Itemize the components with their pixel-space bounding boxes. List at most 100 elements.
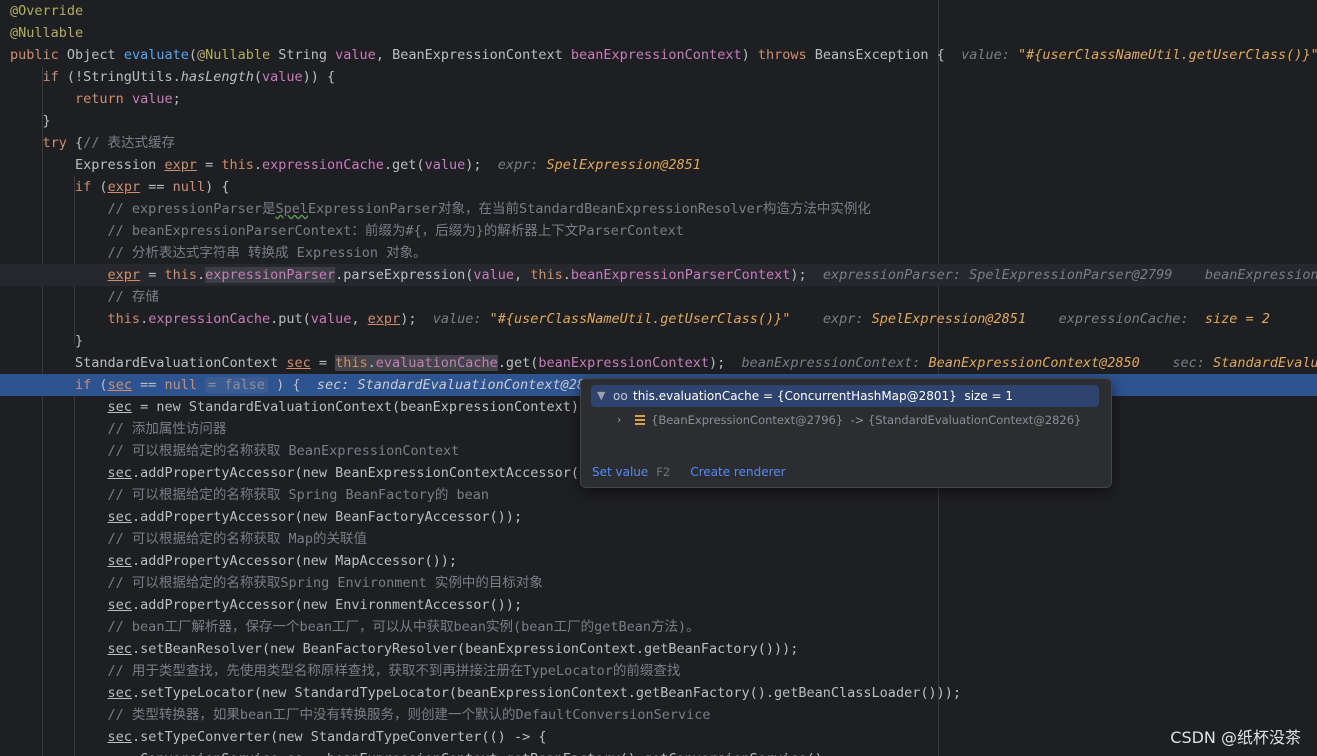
popup-title: this.evaluationCache = {ConcurrentHashMa…	[633, 389, 1014, 403]
code-line[interactable]: // 分析表达式字符串 转换成 Expression 对象。	[0, 242, 1317, 264]
code-token: evaluate	[123, 47, 189, 63]
popup-map-entry-row[interactable]: › {BeanExpressionContext@2796} -> {Stand…	[591, 410, 1099, 430]
code-token: parseExpression(	[343, 267, 474, 283]
code-line[interactable]: sec.addPropertyAccessor(new MapAccessor(…	[0, 550, 1317, 572]
code-token: // 表达式缓存	[83, 135, 176, 151]
code-line[interactable]: sec.setTypeLocator(new StandardTypeLocat…	[0, 682, 1317, 704]
inline-debug-value: StandardEvaluat	[1212, 355, 1317, 371]
code-token: throws	[757, 47, 815, 63]
code-token: expressionCache	[148, 311, 271, 327]
code-token: expr	[164, 157, 197, 173]
code-token: = new StandardEvaluationContext(beanExpr…	[131, 399, 588, 415]
code-token: sec	[107, 553, 132, 569]
code-token: .	[253, 157, 262, 173]
code-line[interactable]: // expressionParser是SpelExpressionParser…	[0, 198, 1317, 220]
set-value-link[interactable]: Set value	[592, 465, 648, 479]
code-token: (	[253, 69, 262, 85]
code-token: =	[140, 267, 165, 283]
popup-header-row[interactable]: ▼ oo this.evaluationCache = {ConcurrentH…	[591, 385, 1099, 407]
code-token: sec	[286, 355, 311, 371]
code-token: sec	[107, 685, 132, 701]
code-token: BeansException {	[814, 47, 962, 63]
code-token: beanExpressionContext	[570, 47, 742, 63]
chevron-down-icon[interactable]: ▼	[597, 385, 605, 407]
create-renderer-link[interactable]: Create renderer	[690, 465, 785, 479]
code-token: if	[42, 69, 67, 85]
code-line[interactable]: // 可以根据给定的名称获取Spring Environment 实例中的目标对…	[0, 572, 1317, 594]
code-token: beanExpressionContext	[538, 355, 710, 371]
code-line[interactable]: // 用于类型查找，先使用类型名称原样查找，获取不到再拼接注册在TypeLoca…	[0, 660, 1317, 682]
code-line[interactable]: sec.setTypeConverter(new StandardTypeCon…	[0, 726, 1317, 748]
code-line[interactable]: this.expressionCache.put(value, expr); v…	[0, 308, 1317, 330]
code-token: // 添加属性访问器	[107, 421, 227, 437]
code-token: this	[530, 267, 563, 283]
code-token: .get(	[497, 355, 539, 371]
code-token: sec	[107, 509, 132, 525]
code-line[interactable]: if (!StringUtils.hasLength(value)) {	[0, 66, 1317, 88]
code-token: // 可以根据给定的名称获取 Map的关联值	[107, 531, 367, 547]
code-token: @Nullable	[10, 25, 84, 41]
code-token: this	[335, 355, 368, 371]
debugger-value-popup[interactable]: ▼ oo this.evaluationCache = {ConcurrentH…	[580, 378, 1112, 488]
code-token: sec	[107, 641, 132, 657]
code-line[interactable]: StandardEvaluationContext sec = this.eva…	[0, 352, 1317, 374]
code-token: .setTypeLocator(new StandardTypeLocator(…	[131, 685, 961, 701]
code-line[interactable]: }	[0, 110, 1317, 132]
code-token: ;	[172, 91, 181, 107]
code-token: public	[10, 47, 67, 63]
code-token: }	[10, 113, 51, 129]
code-line[interactable]: ConversionService cs = beanExpressionCon…	[0, 748, 1317, 756]
code-token: value	[131, 91, 173, 107]
code-line[interactable]: sec.addPropertyAccessor(new EnvironmentA…	[0, 594, 1317, 616]
code-line[interactable]: // 可以根据给定的名称获取 Map的关联值	[0, 528, 1317, 550]
code-line[interactable]: @Override	[0, 0, 1317, 22]
code-line[interactable]: Expression expr = this.expressionCache.g…	[0, 154, 1317, 176]
code-token: // 存储	[107, 289, 159, 305]
code-token: );	[709, 355, 742, 371]
code-token: );	[465, 157, 498, 173]
code-line[interactable]: // bean工厂解析器，保存一个bean工厂，可以从中获取bean实例(bea…	[0, 616, 1317, 638]
code-token: null	[164, 377, 197, 393]
inline-debug-value: sec: StandardEvaluationContext@2826 ⌄	[316, 377, 618, 393]
inline-debug-value: expr:	[497, 157, 547, 173]
inline-debug-value: expressionCache:	[1058, 311, 1205, 327]
glasses-icon: oo	[613, 389, 628, 403]
code-line[interactable]: // 类型转换器，如果bean工厂中没有转换服务，则创建一个默认的Default…	[0, 704, 1317, 726]
inline-debug-value: size = 2	[1204, 311, 1270, 327]
code-line[interactable]: // 存储	[0, 286, 1317, 308]
code-token: Object	[66, 47, 124, 63]
code-line[interactable]: try {// 表达式缓存	[0, 132, 1317, 154]
code-line[interactable]: return value;	[0, 88, 1317, 110]
code-token: // 用于类型查找，先使用类型名称原样查找，获取不到再拼接注册在TypeLoca…	[107, 663, 681, 679]
code-line[interactable]: sec.addPropertyAccessor(new BeanFactoryA…	[0, 506, 1317, 528]
code-token: .	[140, 311, 149, 327]
code-line[interactable]: }	[0, 330, 1317, 352]
code-token: (	[99, 179, 108, 195]
code-line[interactable]: @Nullable	[0, 22, 1317, 44]
code-token: .put(	[270, 311, 311, 327]
code-line[interactable]: if (expr == null) {	[0, 176, 1317, 198]
code-line[interactable]: public Object evaluate(@Nullable String …	[0, 44, 1317, 66]
code-line[interactable]: // beanExpressionParserContext：前缀为#{，后缀为…	[0, 220, 1317, 242]
code-token: =	[196, 157, 222, 173]
code-token: if	[75, 377, 100, 393]
inline-debug-value: expressionParser: SpelExpressionParser@2…	[822, 267, 1317, 283]
code-token: // 类型转换器，如果bean工厂中没有转换服务，则创建一个默认的Default…	[107, 707, 711, 723]
code-token: null	[172, 179, 206, 195]
code-token: expressionParser	[205, 267, 336, 283]
code-line[interactable]: expr = this.expressionParser.parseExpres…	[0, 264, 1317, 286]
code-token: // bean工厂解析器，保存一个bean工厂，可以从中获取bean实例(bea…	[107, 619, 700, 635]
chevron-right-icon[interactable]: ›	[617, 410, 621, 430]
code-line[interactable]: sec.setBeanResolver(new BeanFactoryResol…	[0, 638, 1317, 660]
